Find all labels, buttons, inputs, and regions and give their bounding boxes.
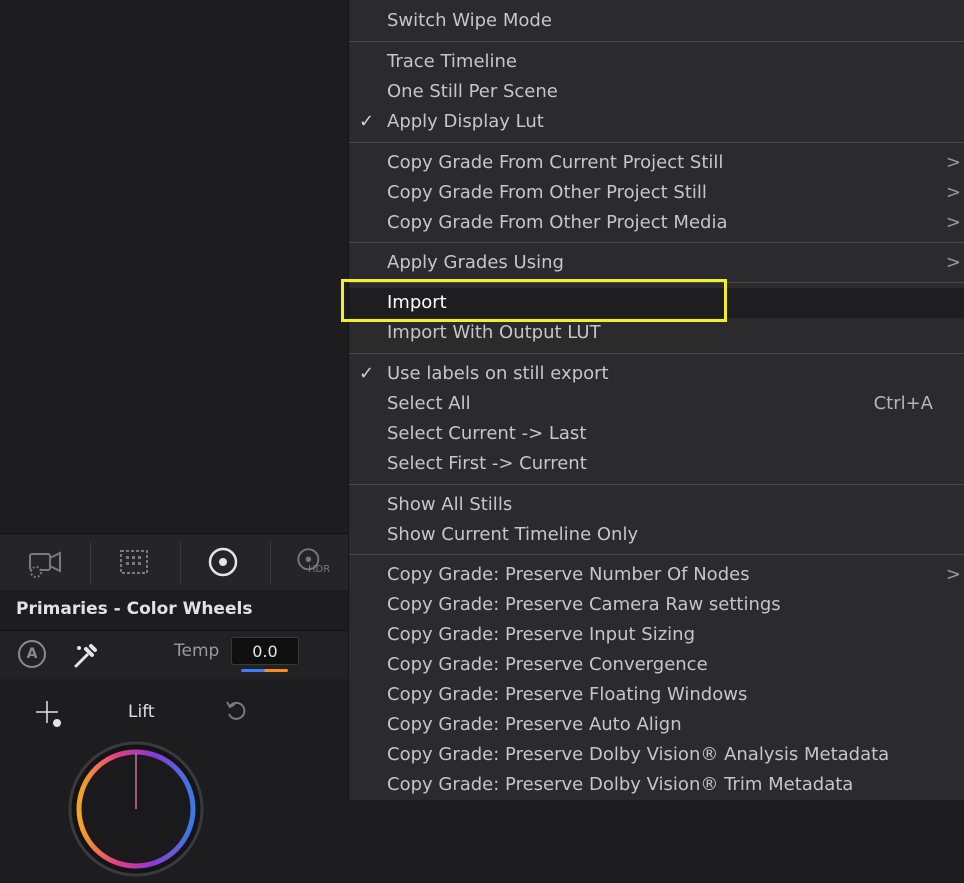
menu-item-label: Copy Grade From Other Project Still xyxy=(387,182,707,203)
menu-item-preserve-input-sizing[interactable]: Copy Grade: Preserve Input Sizing xyxy=(349,620,964,650)
menu-item-apply-grades-using[interactable]: Apply Grades Using > xyxy=(349,248,964,278)
menu-item-copy-grade-other-project-media[interactable]: Copy Grade From Other Project Media > xyxy=(349,208,964,238)
lift-label: Lift xyxy=(128,702,155,722)
menu-item-preserve-convergence[interactable]: Copy Grade: Preserve Convergence xyxy=(349,650,964,680)
check-icon: ✓ xyxy=(359,111,375,132)
menu-item-label: Use labels on still export xyxy=(387,363,609,384)
temp-input[interactable]: 0.0 xyxy=(231,637,299,665)
toolbar-divider xyxy=(270,542,271,584)
menu-item-preserve-dolby-trim[interactable]: Copy Grade: Preserve Dolby Vision® Trim … xyxy=(349,770,964,800)
panel-title: Primaries - Color Wheels xyxy=(16,599,253,619)
menu-item-label: Copy Grade: Preserve Convergence xyxy=(387,654,708,675)
hdr-label: HDR xyxy=(308,564,331,575)
color-palette-toolbar: HDR xyxy=(0,533,348,591)
menu-item-label: Import xyxy=(387,292,447,313)
hdr-wheels-icon[interactable]: HDR xyxy=(292,542,332,582)
menu-item-label: Copy Grade: Preserve Input Sizing xyxy=(387,624,696,645)
menu-item-show-current-timeline-only[interactable]: Show Current Timeline Only xyxy=(349,520,964,550)
menu-separator xyxy=(349,484,964,485)
menu-item-label: Copy Grade: Preserve Dolby Vision® Analy… xyxy=(387,744,890,765)
menu-item-preserve-number-of-nodes[interactable]: Copy Grade: Preserve Number Of Nodes > xyxy=(349,560,964,590)
menu-item-use-labels-on-still-export[interactable]: ✓ Use labels on still export xyxy=(349,359,964,389)
menu-item-import[interactable]: Import xyxy=(349,288,964,318)
color-wheels-icon[interactable] xyxy=(203,542,243,582)
menu-item-label: Copy Grade: Preserve Auto Align xyxy=(387,714,682,735)
context-menu: Switch Wipe Mode Trace Timeline One Stil… xyxy=(348,0,964,800)
menu-item-label: Import With Output LUT xyxy=(387,322,601,343)
color-match-icon[interactable] xyxy=(114,542,154,582)
menu-item-label: Select All xyxy=(387,393,471,414)
temp-label: Temp xyxy=(174,641,220,661)
menu-item-label: Switch Wipe Mode xyxy=(387,10,552,31)
menu-item-label: Copy Grade From Current Project Still xyxy=(387,152,724,173)
chevron-right-icon: > xyxy=(945,152,961,173)
color-wheels-area: Lift xyxy=(0,679,348,877)
menu-item-label: Copy Grade: Preserve Floating Windows xyxy=(387,684,748,705)
panel-header: Primaries - Color Wheels xyxy=(0,590,348,628)
camera-raw-icon[interactable] xyxy=(24,542,64,582)
auto-balance-button[interactable]: A xyxy=(18,640,46,668)
menu-item-copy-grade-other-project-still[interactable]: Copy Grade From Other Project Still > xyxy=(349,178,964,208)
check-icon: ✓ xyxy=(359,363,375,384)
menu-item-label: Select First -> Current xyxy=(387,453,587,474)
menu-separator xyxy=(349,41,964,42)
chevron-right-icon: > xyxy=(945,182,961,203)
menu-item-preserve-dolby-analysis[interactable]: Copy Grade: Preserve Dolby Vision® Analy… xyxy=(349,740,964,770)
menu-item-label: Copy Grade From Other Project Media xyxy=(387,212,728,233)
toolbar-divider xyxy=(90,542,91,584)
menu-item-preserve-floating-windows[interactable]: Copy Grade: Preserve Floating Windows xyxy=(349,680,964,710)
menu-item-select-current-to-last[interactable]: Select Current -> Last xyxy=(349,419,964,449)
menu-item-label: Copy Grade: Preserve Dolby Vision® Trim … xyxy=(387,774,854,795)
reset-icon[interactable] xyxy=(222,697,250,725)
menu-item-label: Show All Stills xyxy=(387,494,513,515)
white-balance-picker-icon[interactable] xyxy=(70,641,100,671)
chevron-right-icon: > xyxy=(945,252,961,273)
menu-separator xyxy=(349,242,964,243)
chevron-right-icon: > xyxy=(945,564,961,585)
menu-item-preserve-auto-align[interactable]: Copy Grade: Preserve Auto Align xyxy=(349,710,964,740)
menu-item-switch-wipe-mode[interactable]: Switch Wipe Mode xyxy=(349,6,964,36)
toolbar-divider xyxy=(180,542,181,584)
shortcut-label: Ctrl+A xyxy=(873,393,933,414)
menu-item-one-still-per-scene[interactable]: One Still Per Scene xyxy=(349,77,964,107)
temp-indicator-bar xyxy=(241,669,288,672)
menu-item-label: Copy Grade: Preserve Number Of Nodes xyxy=(387,564,750,585)
menu-separator xyxy=(349,353,964,354)
lift-color-wheel[interactable] xyxy=(66,739,206,879)
menu-item-trace-timeline[interactable]: Trace Timeline xyxy=(349,47,964,77)
menu-item-label: Show Current Timeline Only xyxy=(387,524,639,545)
wheels-controls-row: A Temp 0.0 xyxy=(0,630,348,680)
menu-item-select-first-to-current[interactable]: Select First -> Current xyxy=(349,449,964,479)
menu-separator xyxy=(349,142,964,143)
menu-item-copy-grade-current-project-still[interactable]: Copy Grade From Current Project Still > xyxy=(349,148,964,178)
chevron-right-icon: > xyxy=(945,212,961,233)
menu-item-label: Copy Grade: Preserve Camera Raw settings xyxy=(387,594,781,615)
menu-item-label: Select Current -> Last xyxy=(387,423,587,444)
menu-item-show-all-stills[interactable]: Show All Stills xyxy=(349,490,964,520)
menu-item-select-all[interactable]: Select All Ctrl+A xyxy=(349,389,964,419)
menu-separator xyxy=(349,554,964,555)
menu-item-label: Trace Timeline xyxy=(387,51,518,72)
menu-item-import-with-output-lut[interactable]: Import With Output LUT xyxy=(349,318,964,348)
menu-item-label: One Still Per Scene xyxy=(387,81,558,102)
crosshair-icon[interactable] xyxy=(34,699,64,729)
menu-item-apply-display-lut[interactable]: ✓ Apply Display Lut xyxy=(349,107,964,137)
menu-item-label: Apply Grades Using xyxy=(387,252,564,273)
menu-separator xyxy=(349,282,964,283)
menu-item-label: Apply Display Lut xyxy=(387,111,544,132)
menu-item-preserve-camera-raw[interactable]: Copy Grade: Preserve Camera Raw settings xyxy=(349,590,964,620)
